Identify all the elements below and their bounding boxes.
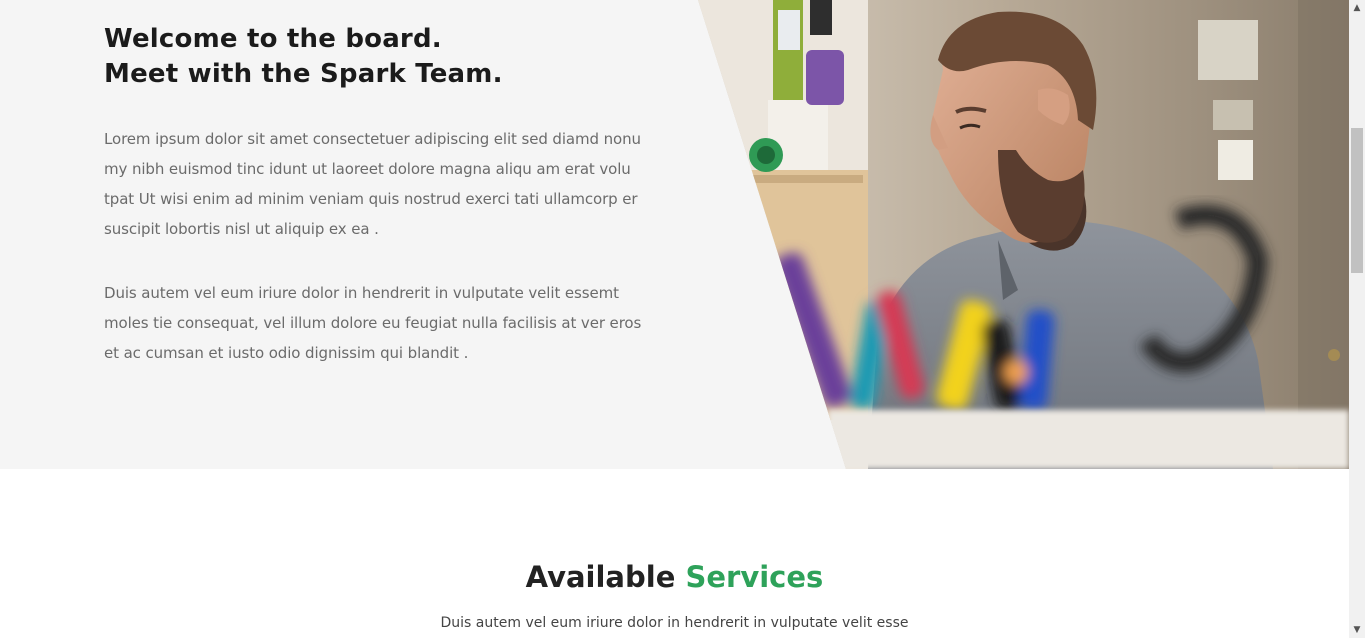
about-section: Welcome to the board. Meet with the Spar… <box>0 0 1349 469</box>
services-subtitle: Duis autem vel eum iriure dolor in hendr… <box>440 615 909 631</box>
scroll-down-arrow-icon[interactable]: ▼ <box>1349 622 1365 638</box>
about-paragraph-2: Duis autem vel eum iriure dolor in hendr… <box>104 284 642 362</box>
about-title-line-1: Welcome to the board. <box>104 24 442 54</box>
services-section: Available Services Duis autem vel eum ir… <box>0 469 1349 638</box>
about-title-line-2: Meet with the Spark Team. <box>104 59 503 89</box>
services-title-accent: Services <box>685 560 824 594</box>
vertical-scrollbar[interactable]: ▲ ▼ <box>1349 0 1365 638</box>
about-text-block: Welcome to the board. Meet with the Spar… <box>104 22 649 368</box>
services-title: Available Services <box>0 557 1349 597</box>
page: Welcome to the board. Meet with the Spar… <box>0 0 1349 638</box>
team-member-photo-illustration <box>698 0 1349 469</box>
scrollbar-thumb[interactable] <box>1351 128 1363 273</box>
team-member-photo <box>698 0 1349 469</box>
scroll-up-arrow-icon[interactable]: ▲ <box>1349 0 1365 16</box>
about-paragraph-1: Lorem ipsum dolor sit amet consectetuer … <box>104 130 641 238</box>
services-title-part-1: Available <box>525 560 676 594</box>
about-title: Welcome to the board. Meet with the Spar… <box>104 22 649 92</box>
